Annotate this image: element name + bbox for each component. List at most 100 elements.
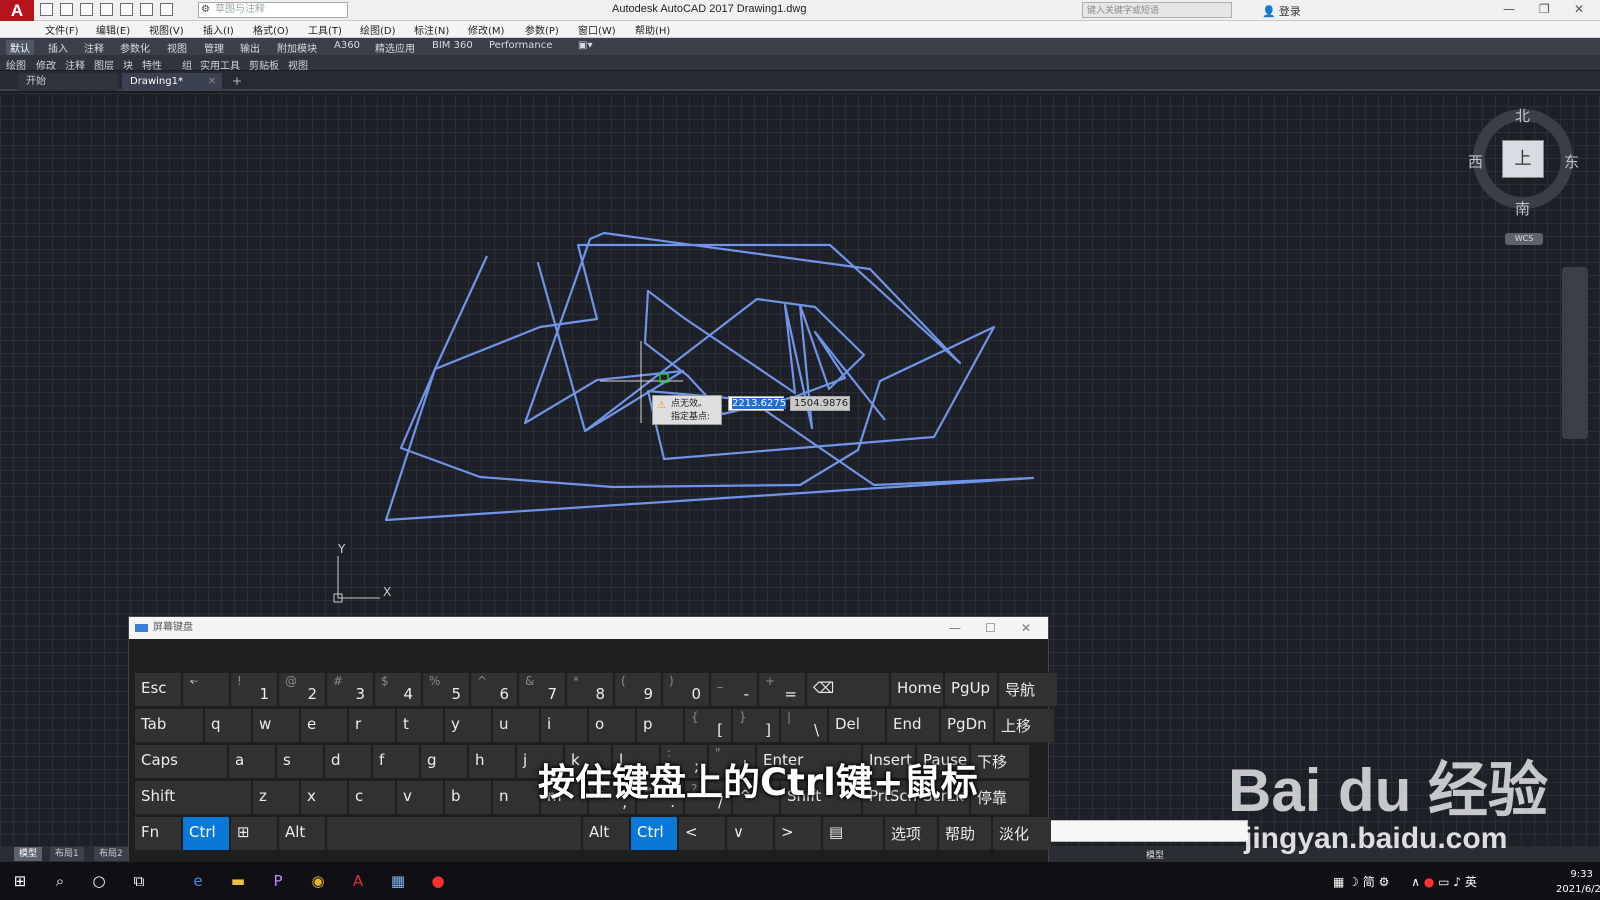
panel-layers[interactable]: 图层 — [94, 57, 114, 72]
panel-modify[interactable]: 修改 — [36, 57, 56, 72]
osk-minimize-button[interactable]: — — [949, 617, 961, 639]
network-icon[interactable]: ▭ — [1438, 875, 1449, 889]
osk-key[interactable]: Fn — [135, 817, 181, 850]
close-button[interactable]: ✕ — [1574, 2, 1584, 16]
osk-key[interactable]: Home — [891, 673, 943, 706]
osk-key[interactable]: 导航 — [999, 673, 1057, 706]
panel-draw[interactable]: 绘图 — [6, 57, 26, 72]
menu-tools[interactable]: 工具(T) — [308, 22, 342, 37]
tab-addins[interactable]: 附加模块 — [277, 40, 317, 55]
osk-key[interactable]: u — [493, 709, 539, 742]
camera-icon[interactable]: ▣▾ — [578, 40, 592, 51]
task-view-icon[interactable]: ⧉ — [129, 871, 149, 891]
print-icon[interactable] — [120, 3, 133, 16]
osk-key[interactable]: #3 — [327, 673, 373, 706]
osk-key[interactable]: Caps — [135, 745, 227, 778]
osk-key[interactable]: Alt — [583, 817, 629, 850]
start-icon[interactable]: ⊞ — [10, 871, 30, 891]
panel-utilities[interactable]: 实用工具 — [200, 57, 240, 72]
panel-view[interactable]: 视图 — [288, 57, 308, 72]
compass-west[interactable]: 西 — [1468, 151, 1483, 172]
autocad-taskbar-icon[interactable]: A — [348, 871, 368, 891]
osk-key[interactable]: | \ — [781, 709, 827, 742]
save-icon[interactable] — [80, 3, 93, 16]
osk-key[interactable]: w — [253, 709, 299, 742]
osk-key[interactable]: a — [229, 745, 275, 778]
menu-format[interactable]: 格式(O) — [253, 22, 289, 37]
tab-parametric[interactable]: 参数化 — [120, 40, 150, 55]
wcs-menu[interactable]: WCS — [1505, 233, 1543, 245]
close-icon[interactable]: ✕ — [208, 73, 216, 90]
chevron-up-icon[interactable]: ∧ — [1411, 875, 1420, 889]
tab-bim360[interactable]: BIM 360 — [432, 40, 473, 51]
osk-key[interactable]: Alt — [279, 817, 325, 850]
osk-key[interactable]: p — [637, 709, 683, 742]
redo-icon[interactable] — [160, 3, 173, 16]
osk-key[interactable]: End — [887, 709, 939, 742]
restore-button[interactable]: ❐ — [1539, 2, 1550, 16]
osk-key[interactable]: 上移 — [995, 709, 1053, 742]
osk-key[interactable]: v — [397, 781, 443, 814]
viewcube-top-face[interactable]: 上 — [1502, 140, 1544, 178]
osk-key[interactable]: ~ ` — [183, 673, 229, 706]
osk-key[interactable]: }] — [733, 709, 779, 742]
edge-icon[interactable]: e — [188, 871, 208, 891]
osk-key[interactable]: ▤ — [823, 817, 883, 850]
osk-key[interactable]: Esc — [135, 673, 181, 706]
language-indicator[interactable]: 英 — [1465, 875, 1477, 889]
osk-maximize-button[interactable]: ☐ — [985, 617, 996, 639]
osk-key[interactable]: 下移 — [971, 745, 1029, 778]
premiere-icon[interactable]: P — [268, 871, 288, 891]
osk-key[interactable]: $4 — [375, 673, 421, 706]
tab-insert[interactable]: 插入 — [48, 40, 68, 55]
tray-gear-icon[interactable]: ⚙ — [1379, 875, 1390, 889]
tab-performance[interactable]: Performance — [489, 40, 552, 51]
osk-key[interactable]: {[ — [685, 709, 731, 742]
save-as-icon[interactable] — [100, 3, 113, 16]
menu-draw[interactable]: 绘图(D) — [360, 22, 396, 37]
tab-a360[interactable]: A360 — [334, 40, 360, 51]
osk-key[interactable]: + = — [759, 673, 805, 706]
search-input[interactable]: 键入关键字或短语 — [1082, 2, 1232, 18]
tab-default[interactable]: 默认 — [6, 40, 34, 55]
panel-properties[interactable]: 特性 — [142, 57, 162, 72]
osk-key[interactable]: d — [325, 745, 371, 778]
panel-clipboard[interactable]: 剪贴板 — [249, 57, 279, 72]
osk-key[interactable]: _ - — [711, 673, 757, 706]
osk-key[interactable]: e — [301, 709, 347, 742]
osk-key[interactable]: n — [493, 781, 539, 814]
osk-key[interactable]: * 8 — [567, 673, 613, 706]
osk-key[interactable]: 帮助 — [939, 817, 991, 850]
osk-key[interactable]: (9 — [615, 673, 661, 706]
osk-key[interactable]: o — [589, 709, 635, 742]
clock[interactable]: 9:33 2021/6/26 — [1556, 867, 1600, 897]
menu-insert[interactable]: 插入(I) — [203, 22, 234, 37]
tab-manage[interactable]: 管理 — [204, 40, 224, 55]
osk-key[interactable]: Shift — [135, 781, 251, 814]
tab-model[interactable]: 模型 — [14, 847, 43, 861]
osk-key[interactable]: q — [205, 709, 251, 742]
cortana-icon[interactable]: ○ — [89, 871, 109, 891]
osk-key[interactable]: Del — [829, 709, 885, 742]
osk-key[interactable]: % 5 — [423, 673, 469, 706]
open-icon[interactable] — [60, 3, 73, 16]
workspace-select[interactable]: ⚙ 草图与注释 — [198, 2, 348, 18]
tray-grid-icon[interactable]: ▦ — [1333, 875, 1344, 889]
record-tray-icon[interactable]: ● — [1424, 875, 1434, 889]
recorder-icon[interactable]: ● — [428, 871, 448, 891]
undo-icon[interactable] — [140, 3, 153, 16]
osk-key[interactable]: ⊞ — [231, 817, 277, 850]
osk-key[interactable]: g — [421, 745, 467, 778]
osk-key[interactable]: y — [445, 709, 491, 742]
tab-output[interactable]: 输出 — [240, 40, 260, 55]
osk-key[interactable]: ) 0 — [663, 673, 709, 706]
osk-key[interactable]: c — [349, 781, 395, 814]
tab-view[interactable]: 视图 — [167, 40, 187, 55]
osk-key[interactable]: s — [277, 745, 323, 778]
tab-layout2[interactable]: 布局2 — [94, 847, 128, 861]
osk-key[interactable]: h — [469, 745, 515, 778]
menu-window[interactable]: 窗口(W) — [578, 22, 616, 37]
osk-key[interactable]: ! 1 — [231, 673, 277, 706]
tab-drawing1[interactable]: Drawing1* ✕ — [122, 73, 222, 91]
osk-key[interactable]: 淡化 — [993, 817, 1051, 850]
